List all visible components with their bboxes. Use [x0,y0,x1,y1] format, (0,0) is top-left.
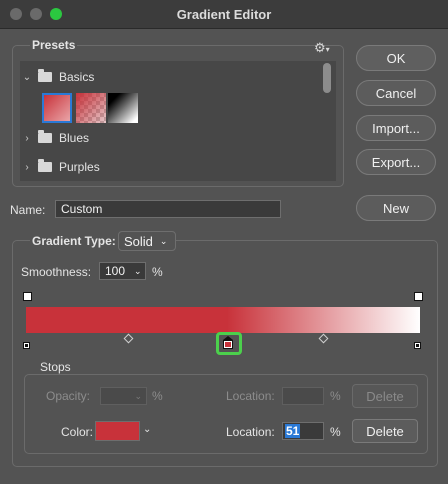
name-label: Name: [10,203,46,217]
smoothness-unit: % [152,265,163,279]
smoothness-label: Smoothness: [21,265,92,279]
preset-swatch-red-selected[interactable] [42,93,72,123]
stops-label: Stops [38,360,73,374]
color-stop-right[interactable] [414,342,421,349]
opacity-label: Opacity: [46,389,91,403]
preset-folder-blues[interactable]: › Blues [22,125,322,151]
preset-swatch-red-transparent[interactable] [76,93,106,123]
color-stop-selected[interactable] [223,336,233,349]
location-value: 51 [285,424,301,438]
delete-color-stop-button[interactable]: Delete [352,419,418,443]
gradient-type-label: Gradient Type: [30,234,118,248]
preset-folder-basics[interactable]: ⌄ Basics [22,64,322,90]
location-top-label: Location: [226,389,275,403]
smoothness-value: 100 [105,264,126,278]
opacity-stop-right[interactable] [414,292,423,301]
chevron-down-icon[interactable]: ⌄ [22,72,32,83]
preset-folder-purples[interactable]: › Purples [22,154,322,180]
chevron-down-icon[interactable]: ⌄ [143,424,151,435]
name-field[interactable]: Custom [55,200,281,218]
presets-scrollbar[interactable] [323,63,331,93]
import-button[interactable]: Import... [356,115,436,141]
chevron-down-icon[interactable]: ⌄ [134,266,142,277]
ok-button[interactable]: OK [356,45,436,71]
export-button[interactable]: Export... [356,149,436,175]
chevron-down-icon: ⌄ [159,235,168,246]
color-label: Color: [61,425,94,439]
new-button[interactable]: New [356,195,436,221]
opacity-stop-left[interactable] [23,292,32,301]
folder-icon [38,159,52,172]
smoothness-field[interactable]: 100 ⌄ [99,262,146,280]
location-top-field [282,387,324,405]
location-field[interactable]: 51 [282,422,324,440]
folder-icon [38,130,52,143]
presets-gear-icon[interactable]: ⚙▾ [314,40,330,55]
folder-label: Purples [59,160,100,174]
cancel-button[interactable]: Cancel [356,80,436,106]
chevron-down-icon: ⌄ [134,390,142,401]
color-swatch[interactable] [95,421,140,441]
location-unit: % [330,425,341,439]
window-title: Gradient Editor [176,7,272,22]
opacity-field: ⌄ [100,387,147,405]
color-stop-left[interactable] [23,342,30,349]
presets-label: Presets [30,38,78,52]
chevron-right-icon[interactable]: › [22,162,32,173]
gradient-type-value: Solid [124,233,153,249]
folder-label: Blues [59,131,90,145]
gradient-type-select[interactable]: Solid ⌄ [118,231,176,251]
location-label: Location: [226,425,275,439]
location-top-unit: % [330,389,341,403]
gradient-bar[interactable] [26,307,420,333]
folder-label: Basics [59,70,95,84]
delete-opacity-stop-button: Delete [352,384,418,408]
folder-icon [38,69,52,82]
preset-swatch-black-white[interactable] [108,93,138,123]
chevron-right-icon[interactable]: › [22,133,32,144]
opacity-unit: % [152,389,163,403]
